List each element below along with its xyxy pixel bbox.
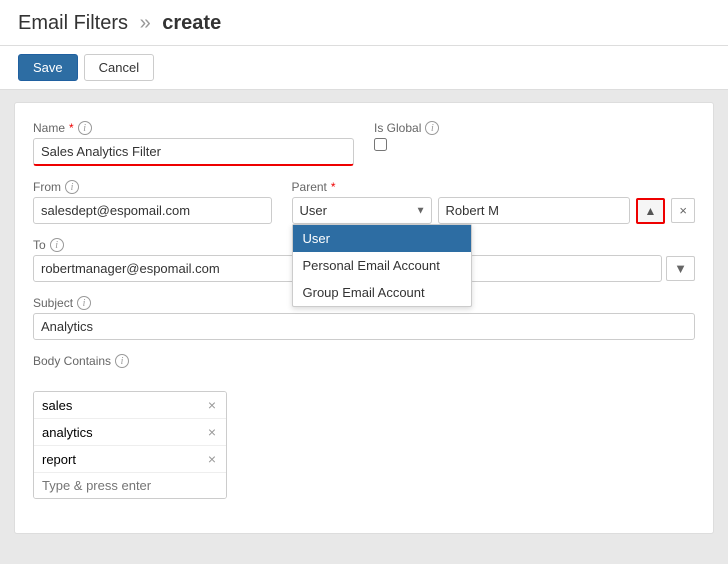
to-text-input[interactable] <box>470 255 662 282</box>
name-input[interactable] <box>33 138 354 166</box>
dropdown-item-personal-email[interactable]: Personal Email Account <box>293 252 471 279</box>
is-global-checkbox-row <box>374 138 695 151</box>
name-info-icon: i <box>78 121 92 135</box>
is-global-label: Is Global i <box>374 121 695 135</box>
col-from: From i <box>33 180 272 224</box>
dropdown-item-group-email[interactable]: Group Email Account <box>293 279 471 306</box>
save-button[interactable]: Save <box>18 54 78 81</box>
to-clear-button[interactable]: ▼ <box>666 256 695 281</box>
row-body-contains: Body Contains i sales × analytics × repo… <box>33 354 695 499</box>
parent-clear-button[interactable]: × <box>671 198 695 223</box>
page-header: Email Filters » create Save Cancel <box>0 0 728 90</box>
body-contains-list: sales × analytics × report × <box>33 391 227 499</box>
toolbar: Save Cancel <box>0 46 728 90</box>
parent-required-star: * <box>331 180 336 194</box>
parent-select-wrapper: User Personal Email Account Group Email … <box>292 197 432 224</box>
body-contains-label-text: Body Contains <box>33 354 111 368</box>
dropdown-item-user[interactable]: User <box>293 225 471 252</box>
col-is-global: Is Global i <box>374 121 695 151</box>
parent-type-select[interactable]: User Personal Email Account Group Email … <box>292 197 432 224</box>
body-contains-value-1: analytics <box>42 425 93 440</box>
parent-row: User Personal Email Account Group Email … <box>292 197 695 224</box>
cancel-button[interactable]: Cancel <box>84 54 154 81</box>
body-contains-item-1: analytics × <box>34 419 226 446</box>
parent-expand-button[interactable]: ▲ <box>636 198 666 224</box>
name-label-text: Name <box>33 121 65 135</box>
body-contains-info-icon: i <box>115 354 129 368</box>
title-sub: create <box>162 12 221 34</box>
col-name: Name * i <box>33 121 354 166</box>
to-info-icon: i <box>50 238 64 252</box>
subject-label-text: Subject <box>33 296 73 310</box>
col-to: To i <box>33 238 306 282</box>
subject-input[interactable] <box>33 313 695 340</box>
body-contains-add-input[interactable] <box>42 478 218 493</box>
form-container: Name * i Is Global i From i <box>14 102 714 534</box>
breadcrumb-separator: » <box>140 12 151 34</box>
body-contains-remove-1[interactable]: × <box>206 424 218 440</box>
body-contains-value-2: report <box>42 452 76 467</box>
parent-label-text: Parent <box>292 180 327 194</box>
to-input[interactable] <box>33 255 306 282</box>
to-label: To i <box>33 238 306 252</box>
name-label: Name * i <box>33 121 354 135</box>
chevron-up-icon: ▲ <box>645 204 657 218</box>
to-close-icon: ▼ <box>674 261 687 276</box>
col-parent: Parent * User Personal Email Account Gro… <box>292 180 695 224</box>
title-main: Email Filters <box>18 12 128 34</box>
row-from-parent: From i Parent * <box>33 180 695 224</box>
from-label: From i <box>33 180 272 194</box>
is-global-info-icon: i <box>425 121 439 135</box>
body-contains-item-0: sales × <box>34 392 226 419</box>
is-global-checkbox[interactable] <box>374 138 387 151</box>
page-title: Email Filters » create <box>18 12 221 34</box>
parent-text-input[interactable] <box>438 197 630 224</box>
name-required-star: * <box>69 121 74 135</box>
parent-dropdown-menu: User Personal Email Account Group Email … <box>292 224 472 307</box>
body-contains-value-0: sales <box>42 398 72 413</box>
row-name-global: Name * i Is Global i <box>33 121 695 166</box>
from-label-text: From <box>33 180 61 194</box>
body-contains-remove-0[interactable]: × <box>206 397 218 413</box>
body-contains-remove-2[interactable]: × <box>206 451 218 467</box>
to-label-text: To <box>33 238 46 252</box>
body-contains-label: Body Contains i <box>33 354 129 368</box>
from-input[interactable] <box>33 197 272 224</box>
parent-label: Parent * <box>292 180 695 194</box>
close-icon: × <box>679 203 687 218</box>
subject-info-icon: i <box>77 296 91 310</box>
from-info-icon: i <box>65 180 79 194</box>
is-global-label-text: Is Global <box>374 121 421 135</box>
body-contains-add-row <box>34 473 226 498</box>
body-contains-item-2: report × <box>34 446 226 473</box>
